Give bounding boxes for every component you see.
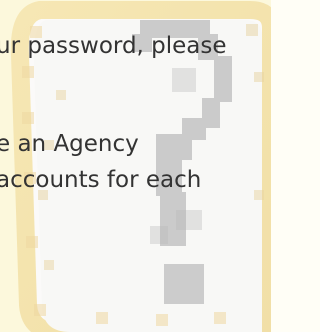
- help-line: e an Agency: [0, 131, 139, 157]
- help-line: accounts for each: [0, 167, 202, 193]
- help-line: ur password, please: [0, 33, 227, 59]
- help-text: ur password, please e an Agency accounts…: [0, 0, 271, 332]
- help-panel: ur password, please e an Agency accounts…: [0, 0, 271, 332]
